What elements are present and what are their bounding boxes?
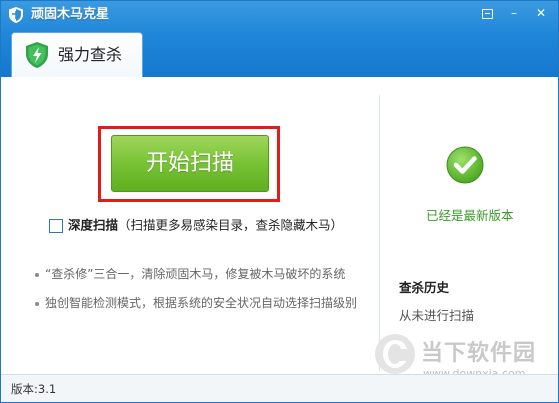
tab-strong-scan[interactable]: 强力查杀 (11, 32, 143, 78)
feature-item: “查杀修”三合一，清除顽固木马，修复被木马破坏的系统 (35, 266, 345, 282)
menu-button[interactable] (477, 5, 497, 22)
tab-label: 强力查杀 (58, 45, 123, 64)
vertical-divider (379, 95, 380, 371)
shield-lightning-icon (26, 42, 48, 68)
green-check-icon (446, 146, 484, 184)
feature-text: “查杀修”三合一，清除顽固木马，修复被木马破坏的系统 (45, 267, 346, 281)
watermark-name: 当下软件园 (421, 341, 537, 366)
deep-scan-checkbox[interactable] (49, 218, 63, 233)
title-bar[interactable]: 顽固木马克星 – ✕ 强力查杀 (1, 1, 558, 78)
app-shield-icon (9, 7, 23, 23)
minimize-icon: – (511, 6, 517, 20)
minimize-button[interactable]: – (504, 5, 524, 22)
close-icon: ✕ (535, 6, 547, 20)
close-button[interactable]: ✕ (531, 5, 551, 22)
start-scan-button[interactable]: 开始扫描 (111, 135, 269, 192)
feature-text: 独创智能检测模式，根据系统的安全状况自动选择扫描级别 (45, 296, 358, 310)
update-status-text: 已经是最新版本 (426, 208, 514, 223)
scan-history-title: 查杀历史 (399, 280, 450, 295)
scan-history-text: 从未进行扫描 (399, 308, 475, 323)
bullet-icon (35, 301, 39, 306)
feature-item: 独创智能检测模式，根据系统的安全状况自动选择扫描级别 (35, 295, 357, 311)
watermark-logo-icon (375, 334, 415, 374)
status-bar: 版本:3.1 (1, 374, 558, 402)
menu-icon (481, 8, 493, 19)
main-window: 顽固木马克星 – ✕ 强力查杀 开始扫描 深度扫描（扫描更多易感染目录，查杀隐藏… (0, 0, 559, 403)
bullet-icon (35, 272, 39, 277)
deep-scan-option[interactable]: 深度扫描（扫描更多易感染目录，查杀隐藏木马） (49, 217, 343, 235)
deep-scan-description: （扫描更多易感染目录，查杀隐藏木马） (118, 217, 344, 233)
version-text: 版本:3.1 (11, 382, 57, 396)
app-title: 顽固木马克星 (31, 7, 110, 22)
deep-scan-label[interactable]: 深度扫描 (68, 218, 118, 233)
main-content: 开始扫描 深度扫描（扫描更多易感染目录，查杀隐藏木马） “查杀修”三合一，清除顽… (1, 77, 558, 380)
